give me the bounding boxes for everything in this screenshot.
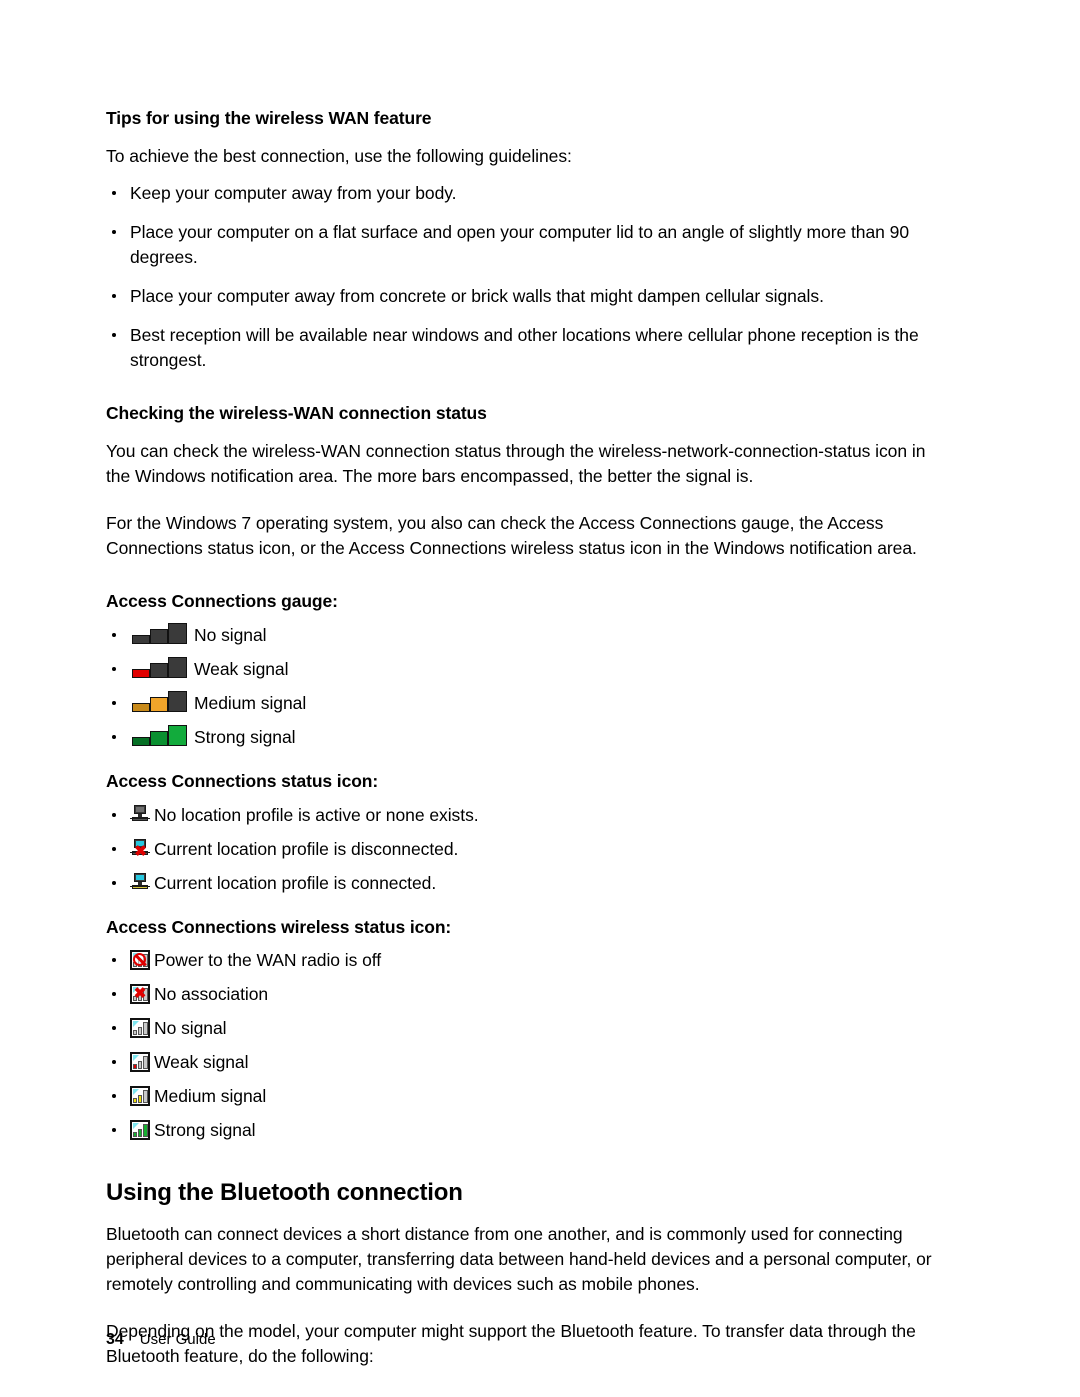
list-item: Keep your computer away from your body. [106, 181, 954, 206]
gauge-weak-signal-icon [130, 656, 190, 680]
list-item: ✖ Current location profile is disconnect… [106, 837, 954, 861]
wireless-item-label: Strong signal [154, 1120, 256, 1141]
gauge-item-label: Strong signal [194, 726, 296, 747]
list-item: Strong signal [106, 724, 954, 749]
checking-status-paragraph-1: You can check the wireless-WAN connectio… [106, 440, 926, 486]
wireless-item-label: No association [154, 984, 269, 1005]
status-icon-list: No location profile is active or none ex… [106, 803, 954, 895]
status-item-label: Current location profile is disconnected… [154, 838, 459, 859]
prohibited-icon [133, 953, 146, 967]
wireless-strong-signal-icon [130, 1120, 150, 1141]
document-page: Tips for using the wireless WAN feature … [0, 0, 1080, 1397]
bluetooth-paragraph-1: Bluetooth can connect devices a short di… [106, 1224, 932, 1295]
status-connected-icon [130, 872, 150, 893]
red-x-icon: ✖ [134, 842, 147, 860]
list-item: No signal [106, 1016, 954, 1040]
wireless-no-association-icon: ✖ [130, 984, 150, 1005]
list-item: No signal [106, 622, 954, 647]
gauge-item-label: Weak signal [194, 658, 289, 679]
list-item: Power to the WAN radio is off [106, 948, 954, 972]
page-content: Tips for using the wireless WAN feature … [106, 108, 954, 1369]
list-item: Strong signal [106, 1118, 954, 1142]
list-item: Medium signal [106, 690, 954, 715]
status-item-label: No location profile is active or none ex… [154, 804, 479, 825]
wireless-no-signal-icon [130, 1018, 150, 1039]
wireless-medium-signal-icon [130, 1086, 150, 1107]
status-no-profile-icon [130, 804, 150, 825]
wireless-item-label: Medium signal [154, 1086, 267, 1107]
footer-label: User Guide [139, 1331, 216, 1348]
checking-status-paragraph-2: For the Windows 7 operating system, you … [106, 512, 917, 558]
red-x-icon: ✖ [133, 985, 147, 1003]
wireless-status-icon-heading: Access Connections wireless status icon: [106, 916, 452, 937]
gauge-medium-signal-icon [130, 690, 190, 714]
list-item: Place your computer away from concrete o… [106, 284, 954, 309]
gauge-strong-signal-icon [130, 724, 190, 748]
wireless-item-label: Power to the WAN radio is off [154, 950, 382, 971]
tips-heading: Tips for using the wireless WAN feature [106, 108, 432, 128]
list-item: No location profile is active or none ex… [106, 803, 954, 827]
list-item: Best reception will be available near wi… [106, 323, 954, 373]
tips-intro: To achieve the best connection, use the … [106, 145, 572, 166]
page-number: 34 [106, 1331, 124, 1348]
page-footer: 34 User Guide [106, 1331, 216, 1349]
wireless-status-icon-list: Power to the WAN radio is off ✖ No assoc… [106, 948, 954, 1142]
list-item: ✖ No association [106, 982, 954, 1006]
status-icon-heading: Access Connections status icon: [106, 770, 379, 791]
gauge-item-label: Medium signal [194, 692, 307, 713]
wireless-weak-signal-icon [130, 1052, 150, 1073]
list-item: Medium signal [106, 1084, 954, 1108]
list-item: Weak signal [106, 656, 954, 681]
status-disconnected-icon: ✖ [130, 838, 150, 860]
wireless-radio-off-icon [130, 950, 150, 971]
bluetooth-heading: Using the Bluetooth connection [106, 1179, 463, 1207]
wireless-item-label: Weak signal [154, 1052, 249, 1073]
wireless-item-label: No signal [154, 1018, 227, 1039]
status-item-label: Current location profile is connected. [154, 872, 437, 893]
bluetooth-paragraph-2: Depending on the model, your computer mi… [106, 1321, 916, 1367]
gauge-no-signal-icon [130, 622, 190, 646]
gauge-heading: Access Connections gauge: [106, 590, 338, 611]
list-item: Place your computer on a flat surface an… [106, 220, 954, 270]
list-item: Weak signal [106, 1050, 954, 1074]
gauge-item-label: No signal [194, 624, 267, 645]
list-item: Current location profile is connected. [106, 871, 954, 895]
checking-status-heading: Checking the wireless-WAN connection sta… [106, 402, 487, 423]
gauge-list: No signal Weak signal Medium signal Stro… [106, 622, 954, 749]
tips-bullet-list: Keep your computer away from your body. … [106, 181, 954, 373]
